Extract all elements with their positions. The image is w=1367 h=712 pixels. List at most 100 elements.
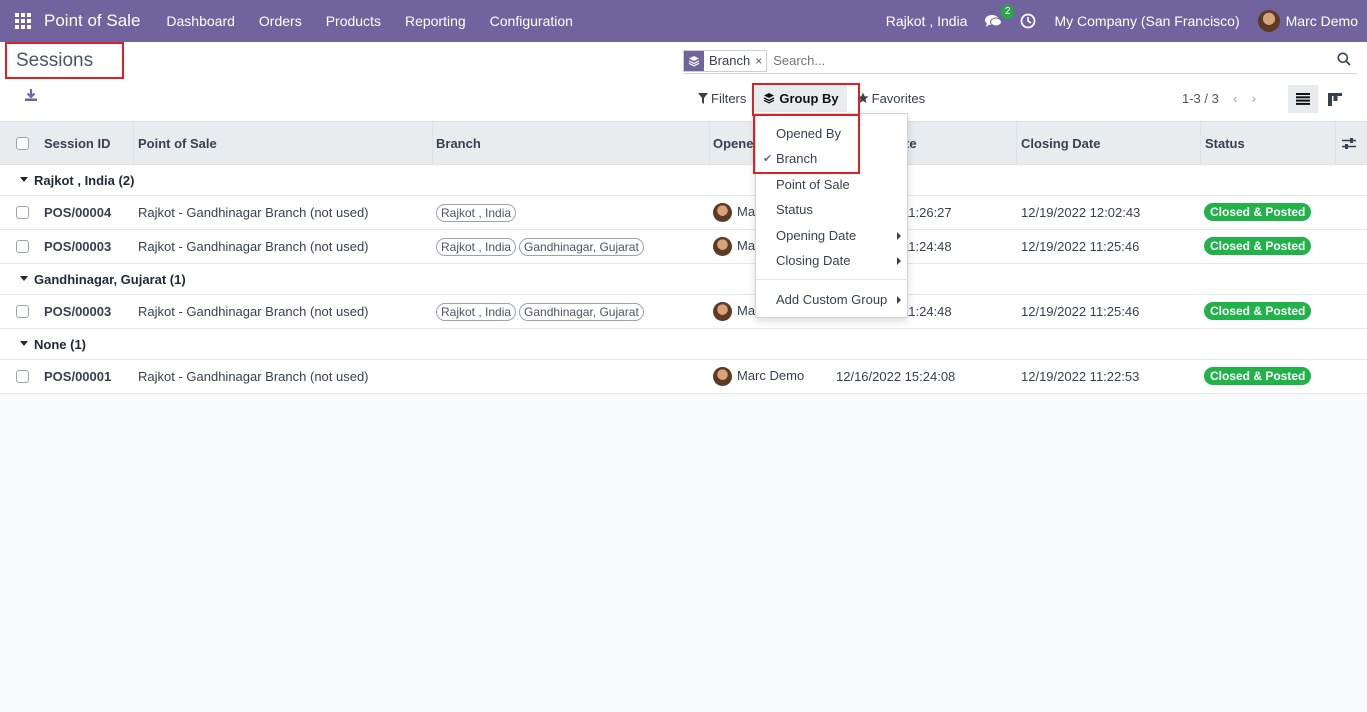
opening-date: 11:26:27 — [902, 205, 952, 220]
closing-date: 12/19/2022 11:25:46 — [1021, 304, 1140, 319]
groupby-closing-date[interactable]: Closing Date — [756, 248, 909, 273]
company-switcher[interactable]: My Company (San Francisco) — [1045, 13, 1248, 29]
search-panel-buttons: Filters Group By Favorites — [690, 84, 933, 112]
group-label: None (1) — [20, 337, 86, 352]
row-checkbox[interactable] — [16, 240, 29, 253]
download-button[interactable] — [24, 88, 40, 104]
column-session-id[interactable]: Session ID — [44, 136, 110, 151]
status-badge-cell: Closed & Posted — [1204, 367, 1312, 385]
branch-tag: Rajkot , India — [436, 303, 517, 321]
app-name[interactable]: Point of Sale — [44, 11, 140, 31]
filter-icon — [698, 92, 708, 104]
search-icon[interactable] — [1337, 52, 1351, 69]
add-custom-group[interactable]: Add Custom Group — [756, 287, 909, 312]
select-all-checkbox[interactable] — [16, 137, 29, 150]
menu-reporting[interactable]: Reporting — [393, 13, 478, 29]
download-icon — [25, 89, 37, 101]
row-checkbox[interactable] — [16, 370, 29, 383]
avatar — [713, 367, 732, 386]
column-divider[interactable] — [1335, 122, 1336, 166]
list-view-button[interactable] — [1288, 85, 1318, 113]
row-checkbox[interactable] — [16, 305, 29, 318]
column-status[interactable]: Status — [1205, 136, 1245, 151]
pager-next-button[interactable]: › — [1252, 90, 1257, 106]
list-view-icon — [1296, 93, 1310, 105]
caret-down-icon — [20, 177, 28, 183]
search-bar: Branch × — [683, 48, 1357, 74]
session-id: POS/00003 — [44, 239, 112, 254]
page-title: Sessions — [16, 49, 94, 71]
status-badge: Closed & Posted — [1204, 203, 1312, 221]
kanban-view-button[interactable] — [1322, 85, 1348, 113]
control-panel: Sessions Branch × Search... Filters Grou… — [0, 42, 1367, 121]
column-opened-by[interactable]: Opene — [713, 136, 753, 151]
column-divider[interactable] — [432, 122, 433, 166]
table-row[interactable]: POS/00003 Rajkot - Gandhinagar Branch (n… — [0, 230, 1367, 264]
filters-button[interactable]: Filters — [690, 84, 754, 112]
optional-columns-icon[interactable] — [1342, 137, 1356, 153]
groupby-opening-date[interactable]: Opening Date — [756, 223, 909, 248]
branch-tags: Rajkot , India Gandhinagar, Gujarat — [436, 303, 647, 321]
branch-tags: Rajkot , India Gandhinagar, Gujarat — [436, 238, 647, 256]
search-input[interactable] — [773, 53, 1314, 68]
menu-dashboard[interactable]: Dashboard — [154, 13, 247, 29]
menu-products[interactable]: Products — [314, 13, 393, 29]
table-row[interactable]: POS/00004 Rajkot - Gandhinagar Branch (n… — [0, 196, 1367, 230]
group-row-none[interactable]: None (1) — [0, 329, 1367, 360]
column-divider[interactable] — [1016, 122, 1017, 166]
avatar — [713, 203, 732, 222]
column-point-of-sale[interactable]: Point of Sale — [138, 136, 217, 151]
point-of-sale: Rajkot - Gandhinagar Branch (not used) — [138, 304, 369, 319]
status-badge: Closed & Posted — [1204, 237, 1312, 255]
star-icon — [857, 92, 869, 103]
column-divider[interactable] — [709, 122, 710, 166]
caret-right-icon — [897, 296, 901, 304]
groupby-point-of-sale[interactable]: Point of Sale — [756, 172, 909, 197]
avatar — [1257, 10, 1280, 32]
status-badge: Closed & Posted — [1204, 367, 1312, 385]
user-menu[interactable]: Marc Demo — [1249, 10, 1367, 32]
facet-label: Branch — [709, 53, 751, 68]
group-by-button[interactable]: Group By — [755, 84, 847, 112]
chat-icon — [985, 14, 1003, 27]
closing-date: 12/19/2022 11:25:46 — [1021, 239, 1140, 254]
group-by-dropdown: Opened By ✔ Branch Point of Sale Status … — [755, 113, 909, 318]
row-checkbox[interactable] — [16, 206, 29, 219]
chat-button[interactable]: 2 — [976, 4, 1015, 29]
caret-right-icon — [897, 232, 901, 240]
group-row-rajkot[interactable]: Rajkot , India (2) — [0, 165, 1367, 196]
groupby-branch[interactable]: ✔ Branch — [756, 146, 909, 171]
opened-by: Ma — [713, 302, 755, 321]
table-row[interactable]: POS/00003 Rajkot - Gandhinagar Branch (n… — [0, 295, 1367, 329]
opened-by: Mar — [713, 203, 759, 222]
pager-value[interactable]: 1-3 / 3 — [1182, 91, 1219, 106]
column-divider[interactable] — [133, 122, 134, 166]
activity-button[interactable] — [1011, 13, 1045, 29]
branch-tag: Rajkot , India — [436, 238, 517, 256]
search-facet-branch[interactable]: Branch × — [683, 49, 768, 72]
table-row[interactable]: POS/00001 Rajkot - Gandhinagar Branch (n… — [0, 360, 1367, 394]
group-label: Rajkot , India (2) — [20, 173, 134, 188]
facet-remove-button[interactable]: × — [755, 54, 766, 68]
apps-grid-icon[interactable] — [0, 0, 46, 42]
groupby-opened-by[interactable]: Opened By — [756, 121, 909, 146]
groupby-status[interactable]: Status — [756, 197, 909, 222]
group-by-label: Group By — [779, 90, 839, 106]
user-name: Marc Demo — [1285, 13, 1358, 29]
favorites-label: Favorites — [871, 90, 926, 106]
column-divider[interactable] — [1200, 122, 1201, 166]
favorites-button[interactable]: Favorites — [849, 84, 933, 112]
group-row-gandhinagar[interactable]: Gandhinagar, Gujarat (1) — [0, 264, 1367, 295]
column-closing-date[interactable]: Closing Date — [1021, 136, 1100, 151]
pager-previous-button[interactable]: ‹ — [1233, 90, 1238, 106]
status-badge-cell: Closed & Posted — [1204, 237, 1312, 255]
menu-configuration[interactable]: Configuration — [478, 13, 585, 29]
branch-tags: Rajkot , India — [436, 204, 519, 222]
branch-switcher[interactable]: Rajkot , India — [877, 13, 977, 29]
caret-down-icon — [20, 276, 28, 282]
opening-date: 11:24:48 — [902, 304, 952, 319]
menu-orders[interactable]: Orders — [247, 13, 314, 29]
branch-tag: Gandhinagar, Gujarat — [519, 238, 644, 256]
point-of-sale: Rajkot - Gandhinagar Branch (not used) — [138, 369, 369, 384]
column-branch[interactable]: Branch — [436, 136, 481, 151]
